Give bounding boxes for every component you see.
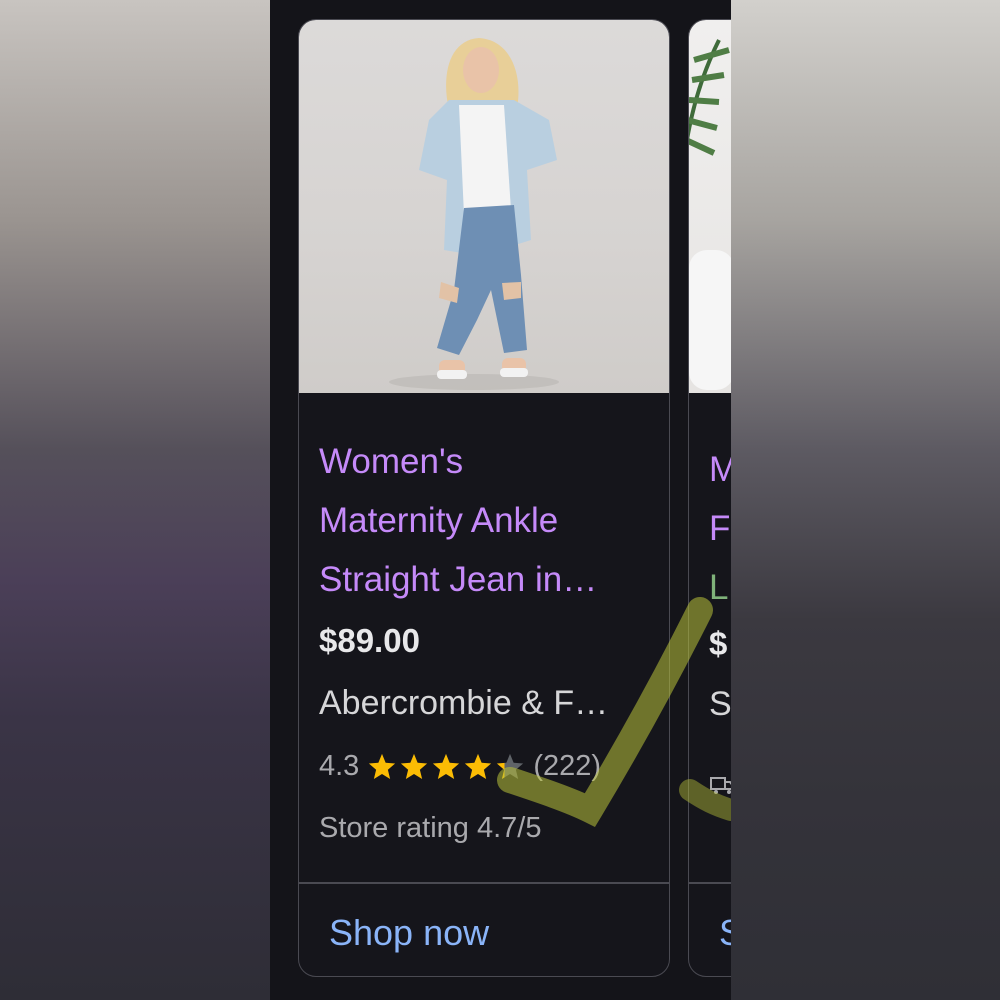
next-product-price: $ [709,625,728,662]
next-title-line-2[interactable]: F [709,509,730,549]
next-title-line-1[interactable]: M [709,450,731,490]
product-title-line-3[interactable]: Straight Jean in… [319,550,649,609]
star-icon [465,753,492,779]
plant-illustration [689,39,731,390]
store-rating: Store rating 4.7/5 [319,812,542,844]
merchant-name: Abercrombie & F… [319,684,609,722]
next-title-line-3[interactable]: L [709,568,728,608]
blurred-background-right [731,0,1000,1000]
product-photo-illustration [389,38,559,390]
star-icon [433,753,460,779]
star-icon [497,753,524,779]
star-icon [401,753,428,779]
phone-screen: Women's Maternity Ankle Straight Jean in… [270,0,731,1000]
product-title[interactable]: Women's Maternity Ankle Straight Jean in… [319,432,649,609]
card-divider [299,882,669,884]
rating-value: 4.3 [319,750,360,782]
product-rating: 4.3 (222) [319,750,601,783]
next-merchant-name: S [709,685,731,723]
product-card[interactable]: Women's Maternity Ankle Straight Jean in… [298,19,670,977]
product-title-line-2[interactable]: Maternity Ankle [319,491,649,550]
blurred-background-left [0,0,270,1000]
rating-stars [367,752,525,782]
shop-now-button[interactable]: Shop now [329,912,489,954]
next-product-card[interactable]: M F L $ S S [688,19,731,977]
star-icon [369,753,396,779]
delivery-truck-icon [710,777,731,794]
review-count: (222) [533,750,602,782]
product-title-line-1[interactable]: Women's [319,432,649,491]
next-card-divider [689,882,731,884]
product-price: $89.00 [319,622,420,659]
next-shop-now-button[interactable]: S [719,912,731,954]
next-product-image[interactable] [689,20,731,393]
product-image[interactable] [299,20,669,393]
